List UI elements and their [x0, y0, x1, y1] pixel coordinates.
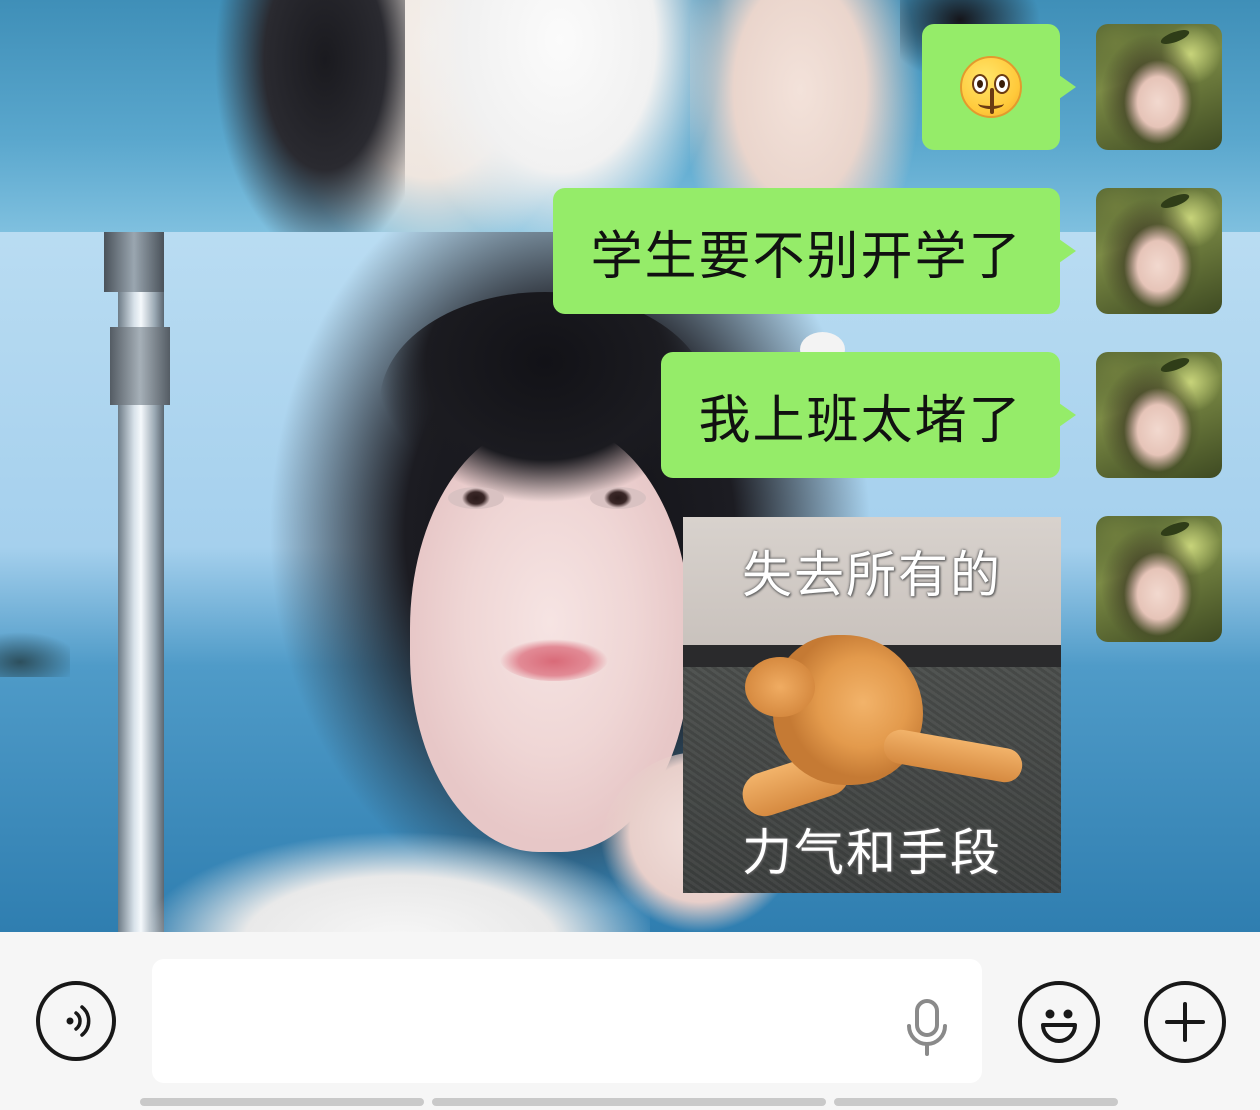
message-bubble[interactable]: 我上班太堵了 — [661, 352, 1076, 478]
message-input[interactable] — [152, 959, 982, 1083]
wallpaper-photo-bottom — [0, 232, 1260, 932]
message-bubble[interactable] — [922, 24, 1076, 150]
avatar[interactable] — [1096, 516, 1222, 642]
avatar[interactable] — [1096, 188, 1222, 314]
home-indicator-segment — [140, 1098, 424, 1106]
sticker-caption-bottom: 力气和手段 — [742, 824, 1002, 882]
microphone-icon[interactable] — [902, 998, 952, 1058]
home-indicator-segment — [834, 1098, 1118, 1106]
message-bubble[interactable]: 学生要不别开学了 — [553, 188, 1076, 314]
more-options-button[interactable] — [1144, 981, 1226, 1063]
voice-mode-icon — [66, 1005, 91, 1037]
smiley-face-icon — [1041, 1009, 1077, 1043]
chat-wallpaper — [0, 0, 1260, 932]
home-indicator-segment — [432, 1098, 826, 1106]
zipper-mouth-face-emoji-icon — [960, 56, 1022, 118]
chat-screen: 学生要不别开学了 我上班太堵了 失去所有的 力气和手段 — [0, 0, 1260, 1110]
cat-sticker-image[interactable]: 失去所有的 力气和手段 — [683, 517, 1061, 893]
avatar[interactable] — [1096, 352, 1222, 478]
message-text: 学生要不别开学了 — [590, 226, 1023, 287]
chat-input-bar — [0, 932, 1260, 1110]
sticker-caption-top: 失去所有的 — [742, 546, 1002, 604]
plus-icon — [1165, 1002, 1205, 1042]
emoji-button[interactable] — [1018, 981, 1100, 1063]
message-text: 我上班太堵了 — [698, 390, 1023, 451]
voice-mode-button[interactable] — [36, 981, 116, 1061]
avatar[interactable] — [1096, 24, 1222, 150]
